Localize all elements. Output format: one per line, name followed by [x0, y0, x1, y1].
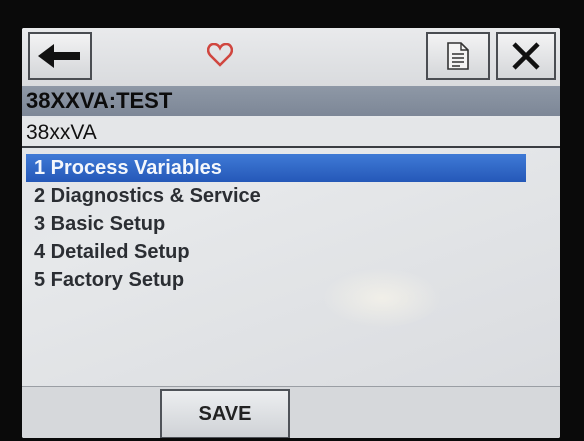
main-menu: 1 Process Variables 2 Diagnostics & Serv… — [26, 154, 556, 380]
menu-item-process-variables[interactable]: 1 Process Variables — [26, 154, 526, 182]
arrow-left-icon — [38, 44, 80, 68]
heart-icon — [204, 40, 236, 70]
menu-item-basic-setup[interactable]: 3 Basic Setup — [26, 210, 526, 238]
close-button[interactable] — [496, 32, 556, 80]
document-icon — [447, 42, 469, 70]
save-button[interactable]: SAVE — [160, 389, 290, 438]
menu-item-detailed-setup[interactable]: 4 Detailed Setup — [26, 238, 526, 266]
menu-item-factory-setup[interactable]: 5 Factory Setup — [26, 266, 526, 294]
back-button[interactable] — [28, 32, 92, 80]
menu-item-diagnostics-service[interactable]: 2 Diagnostics & Service — [26, 182, 526, 210]
close-icon — [512, 42, 540, 70]
toolbar — [22, 28, 560, 86]
device-screen: 38XXVA:TEST 38xxVA 1 Process Variables 2… — [22, 28, 560, 438]
document-button[interactable] — [426, 32, 490, 80]
device-tag: 38XXVA:TEST — [22, 86, 560, 116]
bottom-bar: SAVE — [22, 386, 560, 438]
device-model: 38xxVA — [22, 118, 560, 148]
